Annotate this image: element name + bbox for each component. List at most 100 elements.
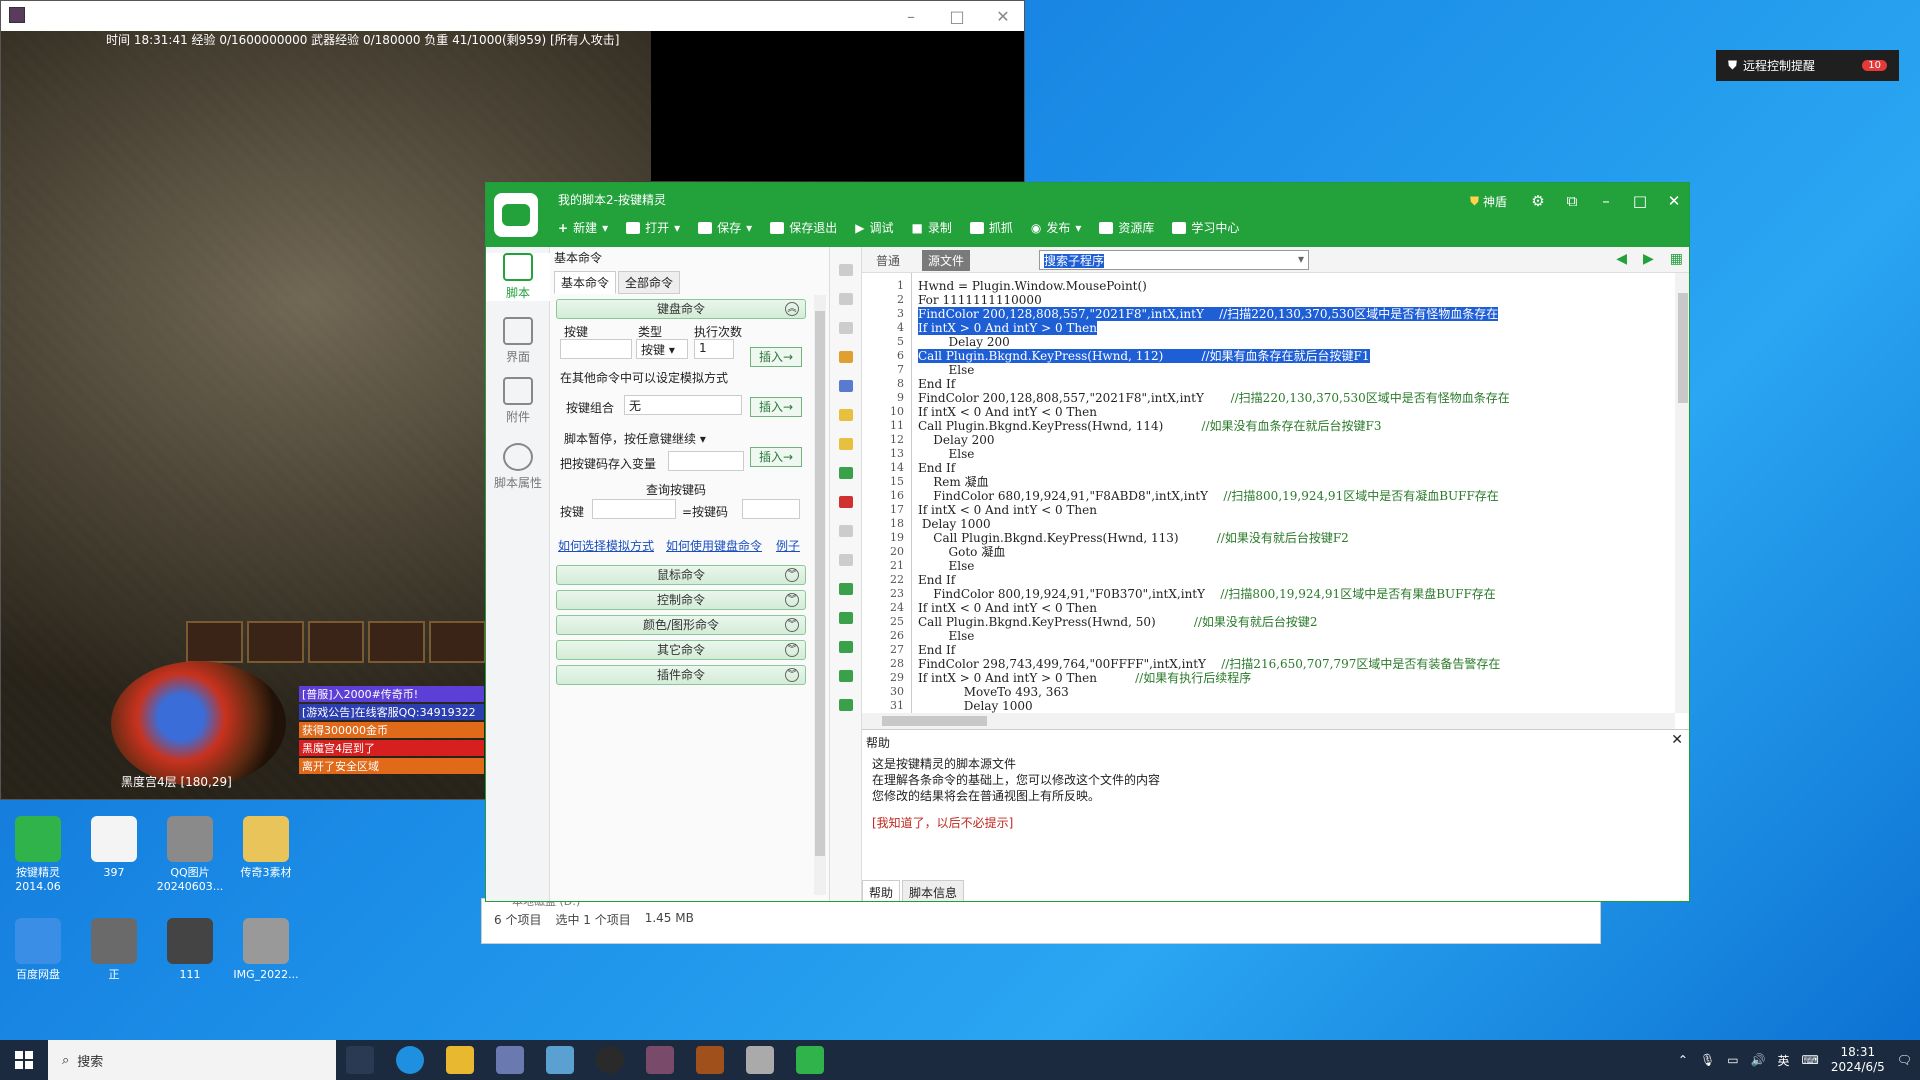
plugin-group-header[interactable]: 插件命令 ︾	[556, 665, 806, 685]
link-sim-mode[interactable]: 如何选择模拟方式	[558, 537, 654, 554]
times-input[interactable]: 1	[694, 339, 734, 359]
desktop-icon[interactable]: 按键精灵 2014.06	[0, 816, 76, 894]
tool-icon[interactable]	[838, 641, 853, 653]
code-line[interactable]: Else	[918, 447, 975, 461]
volume-icon[interactable]: 🔊	[1751, 1053, 1766, 1067]
code-line[interactable]: If intX < 0 And intY < 0 Then	[918, 405, 1097, 419]
app-icon[interactable]	[496, 1046, 524, 1074]
tool-icon[interactable]	[838, 438, 853, 450]
panel-scrollbar[interactable]	[814, 295, 826, 895]
code-line[interactable]: End If	[918, 377, 955, 391]
color-group-header[interactable]: 颜色/图形命令 ︾	[556, 615, 806, 635]
tool-icon[interactable]	[838, 583, 853, 595]
query-key-input[interactable]	[592, 499, 676, 519]
app-icon[interactable]	[596, 1046, 624, 1074]
minimize-icon[interactable]: –	[888, 7, 934, 26]
back-icon[interactable]: ◀	[1616, 251, 1627, 267]
record-button[interactable]: ■ 录制	[911, 219, 951, 236]
store-var-input[interactable]	[668, 451, 744, 471]
control-group-header[interactable]: 控制命令 ︾	[556, 590, 806, 610]
insert-button[interactable]: 插入→	[750, 447, 802, 467]
code-line[interactable]: End If	[918, 573, 955, 587]
tool-icon[interactable]	[838, 612, 853, 624]
code-line[interactable]: FindColor 200,128,808,557,"2021F8",intX,…	[918, 307, 1499, 321]
tab-script-info[interactable]: 脚本信息	[902, 880, 965, 901]
code-line[interactable]: Call Plugin.Bkgnd.KeyPress(Hwnd, 113) //…	[918, 531, 1349, 545]
tool-icon[interactable]	[838, 351, 853, 363]
remote-control-notice[interactable]: ⛊ 远程控制提醒 10	[1716, 50, 1899, 81]
desktop-icon[interactable]: 传奇3素材	[228, 816, 304, 880]
desktop-icon[interactable]: 111	[152, 918, 228, 982]
keyboard-wizard-window[interactable]: 我的脚本2-按键精灵 ⛊ 神盾 ⚙ ⧉ – □ ✕ + 新建 ▾ 打开 ▾ 保存 ▾…	[485, 182, 1690, 902]
dismiss-link[interactable]: [我知道了，以后不必提示]	[872, 814, 1013, 831]
rail-script[interactable]: 脚本	[486, 253, 550, 301]
key-input[interactable]	[560, 339, 632, 359]
code-line[interactable]: Delay 200	[918, 433, 994, 447]
tool-icon[interactable]	[838, 467, 853, 479]
game-icon[interactable]	[696, 1046, 724, 1074]
code-line[interactable]: If intX < 0 And intY < 0 Then	[918, 503, 1097, 517]
tab-all[interactable]: 全部命令	[618, 271, 681, 294]
debug-button[interactable]: ▶ 调试	[855, 219, 893, 236]
close-icon[interactable]: ✕	[1657, 192, 1689, 210]
query-code-input[interactable]	[742, 499, 800, 519]
start-button[interactable]	[0, 1040, 48, 1080]
tool-icon[interactable]	[838, 670, 853, 682]
code-line[interactable]: Else	[918, 559, 975, 573]
code-line[interactable]: Else	[918, 629, 975, 643]
new-button[interactable]: + 新建 ▾	[558, 219, 608, 236]
code-line[interactable]: FindColor 800,19,924,91,"F0B370",intX,in…	[918, 587, 1496, 601]
insert-button[interactable]: 插入→	[750, 347, 802, 367]
explorer-window[interactable]: 本地磁盘 (D:) 6 个项目 选中 1 个项目 1.45 MB	[481, 895, 1601, 944]
tool-icon[interactable]	[838, 380, 853, 392]
tool-icon[interactable]	[838, 525, 853, 537]
close-icon[interactable]: ✕	[1671, 732, 1683, 748]
code-line[interactable]: For 1111111110000	[918, 293, 1042, 307]
tool-icon[interactable]	[838, 322, 853, 334]
tool-icon[interactable]	[838, 554, 853, 566]
shield-button[interactable]: ⛊ 神盾	[1470, 193, 1507, 210]
task-view-icon[interactable]	[346, 1046, 374, 1074]
save-exit-button[interactable]: 保存退出	[770, 219, 837, 236]
restore-icon[interactable]: ⧉	[1555, 192, 1589, 210]
publish-button[interactable]: ◉ 发布 ▾	[1031, 219, 1082, 236]
combo-input[interactable]: 无	[624, 395, 742, 415]
view-source-tab[interactable]: 源文件	[922, 250, 971, 271]
open-button[interactable]: 打开 ▾	[626, 219, 680, 236]
code-line[interactable]: If intX > 0 And intY > 0 Then	[918, 321, 1097, 335]
chevron-up-icon[interactable]: ⌃	[1678, 1053, 1688, 1067]
editor-hscrollbar[interactable]	[862, 713, 1675, 729]
code-line[interactable]: Delay 1000	[918, 699, 1033, 713]
maximize-icon[interactable]: □	[1623, 192, 1657, 210]
code-line[interactable]: FindColor 298,743,499,764,"00FFFF",intX,…	[918, 657, 1500, 671]
code-line[interactable]: Rem 凝血	[918, 475, 988, 489]
code-line[interactable]: MoveTo 493, 363	[918, 685, 1069, 699]
mouse-group-header[interactable]: 鼠标命令 ︾	[556, 565, 806, 585]
tool-icon[interactable]	[838, 264, 853, 276]
link-example[interactable]: 例子	[776, 537, 800, 554]
code-line[interactable]: Delay 1000	[918, 517, 991, 531]
app-icon[interactable]	[546, 1046, 574, 1074]
view-normal-tab[interactable]: 普通	[876, 252, 900, 269]
game-titlebar[interactable]: – □ ✕	[1, 1, 1024, 31]
edge-icon[interactable]	[396, 1046, 424, 1074]
settings-gear-icon[interactable]: ⚙	[1521, 192, 1555, 210]
taskbar-search[interactable]: ⌕ 搜索	[48, 1040, 336, 1080]
desktop-icon[interactable]: IMG_2022...	[228, 918, 304, 982]
game-icon[interactable]	[646, 1046, 674, 1074]
code-line[interactable]: If intX < 0 And intY < 0 Then	[918, 601, 1097, 615]
code-line[interactable]: If intX > 0 And intY > 0 Then //如果有执行后续程…	[918, 671, 1251, 685]
code-line[interactable]: Call Plugin.Bkgnd.KeyPress(Hwnd, 114) //…	[918, 419, 1382, 433]
minimize-icon[interactable]: –	[1589, 192, 1623, 210]
link-kb-usage[interactable]: 如何使用键盘命令	[666, 537, 762, 554]
learning-button[interactable]: 学习中心	[1172, 219, 1239, 236]
ime-icon[interactable]: 英	[1778, 1052, 1790, 1069]
layout-icon[interactable]: ▦	[1670, 251, 1683, 267]
clock[interactable]: 18:31 2024/6/5	[1831, 1045, 1885, 1075]
desktop-icon[interactable]: QQ图片 20240603...	[152, 816, 228, 894]
code-line[interactable]: Call Plugin.Bkgnd.KeyPress(Hwnd, 112) //…	[918, 349, 1370, 363]
capture-button[interactable]: 抓抓	[969, 219, 1013, 236]
rail-attachment[interactable]: 附件	[486, 377, 550, 425]
tool-icon[interactable]	[838, 496, 853, 508]
insert-button[interactable]: 插入→	[750, 397, 802, 417]
